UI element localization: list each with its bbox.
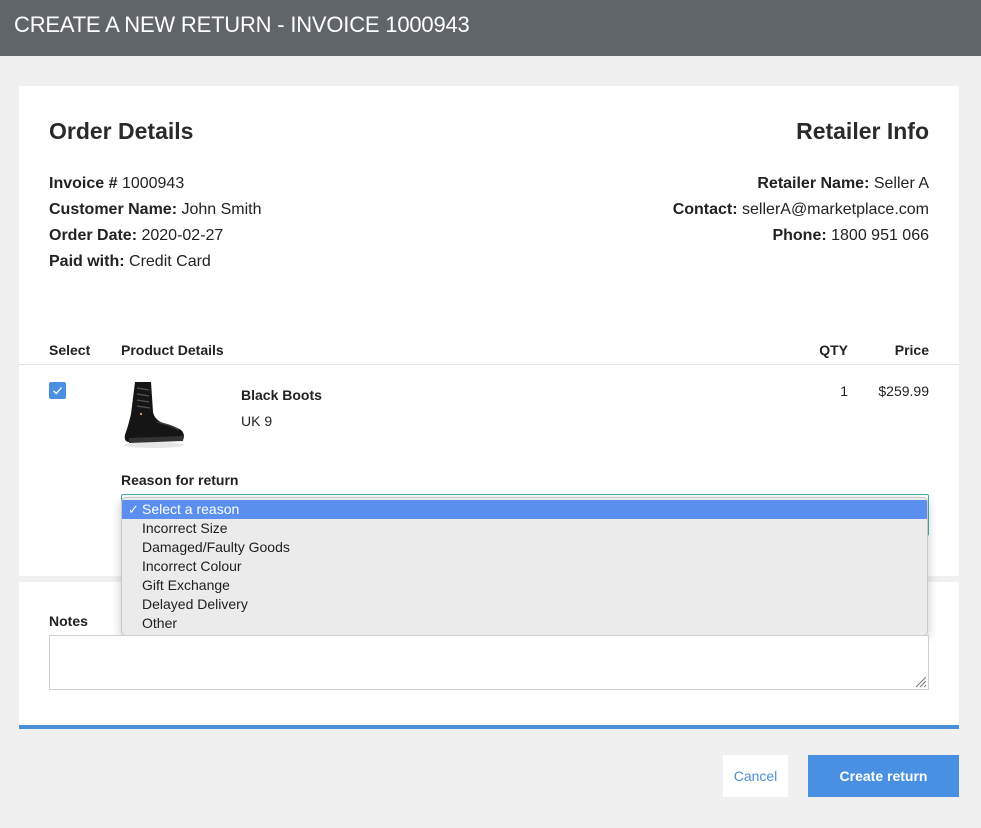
product-qty: 1: [840, 383, 848, 399]
retailer-name-line: Retailer Name: Seller A: [757, 175, 929, 193]
selected-check-icon: ✓: [128, 502, 139, 517]
checkmark-icon: [53, 387, 62, 395]
invoice-value: 1000943: [121, 175, 185, 192]
notes-textarea[interactable]: [49, 635, 929, 690]
retailer-name-label: Retailer Name:: [757, 175, 870, 192]
reason-dropdown-menu: ✓ Select a reason Incorrect Size Damaged…: [121, 497, 928, 636]
modal-header: CREATE A NEW RETURN - INVOICE 1000943: [0, 0, 981, 56]
column-header-product: Product Details: [121, 342, 224, 358]
create-return-button[interactable]: Create return: [808, 755, 959, 797]
retailer-contact-line: Contact: sellerA@marketplace.com: [673, 201, 929, 219]
resize-handle-icon[interactable]: [913, 674, 927, 688]
customer-label: Customer Name:: [49, 201, 178, 218]
order-date-label: Order Date:: [49, 227, 138, 244]
retailer-name-value: Seller A: [873, 175, 929, 192]
black-boot-image: [121, 378, 187, 450]
column-header-qty: QTY: [819, 342, 848, 358]
cancel-button[interactable]: Cancel: [723, 755, 788, 797]
order-date-value: 2020-02-27: [141, 227, 224, 244]
notes-label: Notes: [49, 613, 88, 629]
reason-for-return-label: Reason for return: [121, 472, 239, 488]
retailer-info-heading: Retailer Info: [796, 118, 929, 144]
product-size: UK 9: [241, 413, 273, 429]
customer-line: Customer Name: John Smith: [49, 201, 262, 219]
product-price: $259.99: [878, 383, 929, 399]
paid-with-line: Paid with: Credit Card: [49, 253, 211, 271]
customer-value: John Smith: [181, 201, 262, 218]
table-divider: [19, 364, 959, 365]
reason-option-gift-exchange[interactable]: Gift Exchange: [122, 576, 927, 595]
modal-title: CREATE A NEW RETURN - INVOICE 1000943: [14, 12, 470, 37]
retailer-phone-value: 1800 951 066: [831, 227, 929, 244]
retailer-phone-label: Phone:: [772, 227, 827, 244]
column-header-select: Select: [49, 342, 91, 358]
product-name: Black Boots: [241, 387, 322, 403]
retailer-contact-value: sellerA@marketplace.com: [742, 201, 929, 218]
card-accent-bar: [19, 725, 959, 729]
column-header-price: Price: [894, 342, 929, 358]
select-item-checkbox[interactable]: [49, 382, 66, 399]
invoice-label: Invoice #: [49, 175, 118, 192]
option-label: Select a reason: [142, 501, 240, 517]
paid-with-value: Credit Card: [129, 253, 211, 270]
reason-option-damaged-faulty-goods[interactable]: Damaged/Faulty Goods: [122, 538, 927, 557]
reason-option-other[interactable]: Other: [122, 614, 927, 633]
retailer-phone-line: Phone: 1800 951 066: [772, 227, 929, 245]
retailer-contact-label: Contact:: [672, 201, 738, 218]
order-details-heading: Order Details: [49, 118, 194, 144]
order-date-line: Order Date: 2020-02-27: [49, 227, 223, 245]
reason-option-incorrect-size[interactable]: Incorrect Size: [122, 519, 927, 538]
reason-option-select-a-reason[interactable]: ✓ Select a reason: [122, 500, 927, 519]
reason-option-delayed-delivery[interactable]: Delayed Delivery: [122, 595, 927, 614]
reason-option-incorrect-colour[interactable]: Incorrect Colour: [122, 557, 927, 576]
paid-with-label: Paid with:: [49, 253, 125, 270]
invoice-line: Invoice # 1000943: [49, 175, 184, 193]
